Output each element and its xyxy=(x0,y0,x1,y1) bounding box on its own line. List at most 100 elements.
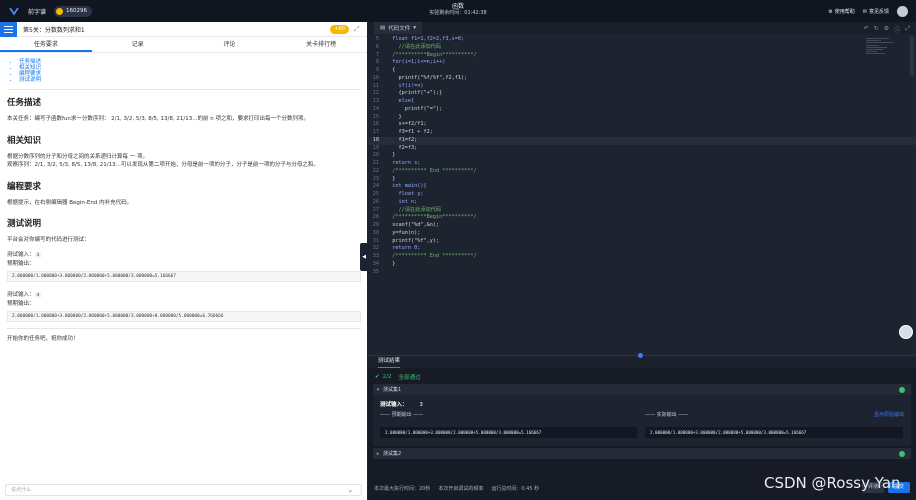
code-line[interactable]: 10 printf("%f/%f",f2,f1); xyxy=(368,75,916,83)
line-number: 16 xyxy=(372,121,379,128)
line-number: 17 xyxy=(372,129,379,135)
panel-collapse-button[interactable]: ◀ xyxy=(360,243,368,271)
refresh-icon[interactable]: ↻ xyxy=(874,25,879,34)
tab-leaderboard[interactable]: 关卡排行榜 xyxy=(275,37,367,52)
code-text: float f1=1,f2=2,f3,s=0; xyxy=(386,36,465,42)
top-right-actions: ⚙ 使用帮助 ✉ 意见反馈 xyxy=(828,6,908,17)
code-line[interactable]: 28 /**********Begin**********/ xyxy=(368,214,916,222)
send-icon[interactable]: ➤ xyxy=(348,487,353,497)
line-number: 33 xyxy=(372,253,379,259)
tab-code-file[interactable]: ▤ 代码文件 ▾ xyxy=(374,22,422,34)
info-icon[interactable]: ⓘ xyxy=(894,25,900,34)
test-set-label: 测试集1 xyxy=(383,387,402,393)
code-line[interactable]: 11 if(i!=n) xyxy=(368,83,916,91)
editor-toolbar: ↶ ↻ ⚙ ⓘ ⤢ xyxy=(864,25,910,34)
code-line[interactable]: 19 f2=f3; xyxy=(368,145,916,153)
expand-icon[interactable]: ⤢ xyxy=(354,25,362,33)
code-line[interactable]: 8 for(i=1;i<=n;i++) xyxy=(368,59,916,67)
fullscreen-icon[interactable]: ⤢ xyxy=(905,25,910,34)
section-text: 平台会对你编写的代码进行测试： xyxy=(7,237,90,243)
code-text: /**********Begin**********/ xyxy=(386,214,477,221)
line-number: 15 xyxy=(372,113,379,120)
resize-handle[interactable] xyxy=(638,353,643,358)
code-line[interactable]: 12 {printf("+");} xyxy=(368,90,916,98)
code-line[interactable]: 27 //请在此添加代码 xyxy=(368,207,916,215)
test-case: 测试输入： 3 预期输出： 2.000000/1.000000+3.000000/… xyxy=(7,251,361,282)
code-line[interactable]: 26 int n; xyxy=(368,199,916,207)
code-line[interactable]: 29 scanf("%d",&n); xyxy=(368,222,916,230)
countdown-timer: 实验剩余时间：01:42:38 xyxy=(429,10,487,16)
code-line[interactable]: 32 return 0; xyxy=(368,245,916,253)
help-label: 使用帮助 xyxy=(834,9,855,15)
user-avatar[interactable] xyxy=(897,6,908,17)
editor-scrollbar[interactable] xyxy=(910,36,914,76)
code-line[interactable]: 25 float y; xyxy=(368,191,916,199)
code-text: /********** End **********/ xyxy=(386,167,477,174)
tab-comments[interactable]: 评论 xyxy=(184,37,276,52)
code-line[interactable]: 18 f1=f2; xyxy=(368,136,916,145)
code-line[interactable]: 20 } xyxy=(368,152,916,160)
section-heading: 测试说明 xyxy=(7,219,42,229)
code-line[interactable]: 31 printf("%f",y); xyxy=(368,238,916,246)
code-line[interactable]: 7 /**********Begin**********/ xyxy=(368,52,916,60)
code-text: /**********Begin**********/ xyxy=(386,51,477,58)
show-raw-output-link[interactable]: 显示原始输出 xyxy=(874,411,904,418)
pass-summary: ✔ 2/2 全部通过 xyxy=(375,372,916,381)
line-number: 19 xyxy=(372,144,379,151)
line-number: 13 xyxy=(372,98,379,104)
line-number: 18 xyxy=(372,136,379,143)
code-text: f1=f2; xyxy=(386,136,418,143)
tab-requirements[interactable]: 任务要求 xyxy=(0,37,92,52)
settings-icon[interactable]: ⚙ xyxy=(884,25,889,34)
menu-button[interactable] xyxy=(0,21,17,37)
code-line[interactable]: 5 float f1=1,f2=2,f3,s=0; xyxy=(368,36,916,44)
tab-code-file-label: 代码文件 xyxy=(388,26,411,32)
code-minimap[interactable] xyxy=(866,38,904,68)
logo-icon[interactable] xyxy=(8,5,20,17)
code-text: else{ xyxy=(386,98,415,104)
code-line[interactable]: 17 f3=f1 + f2; xyxy=(368,129,916,137)
check-icon xyxy=(899,450,905,457)
test-set-1[interactable]: ▾ 测试集1 xyxy=(373,384,911,395)
page-title-text: 函数 xyxy=(451,3,464,10)
code-line[interactable]: 24 int main(){ xyxy=(368,183,916,191)
code-line[interactable]: 6 //请在此添加代码 xyxy=(368,44,916,52)
code-line[interactable]: 9 { xyxy=(368,67,916,75)
feedback-link[interactable]: ✉ 意见反馈 xyxy=(863,8,889,16)
test-set-1-detail: 测试输入： 3 —— 预期输出 —— —— 实际输出 —— 显示原始输出 2.00… xyxy=(373,395,911,446)
code-line[interactable]: 21 return s; xyxy=(368,160,916,168)
code-text: for(i=1;i<=n;i++) xyxy=(386,59,446,66)
tab-records[interactable]: 记录 xyxy=(92,37,184,52)
code-line[interactable]: 15 } xyxy=(368,114,916,122)
undo-icon[interactable]: ↶ xyxy=(864,25,869,34)
code-editor: ▤ 代码文件 ▾ ↶ ↻ ⚙ ⓘ ⤢ 5 float f1=1,f2=2,f3,… xyxy=(368,22,916,355)
code-area[interactable]: 5 float f1=1,f2=2,f3,s=0; 6 //请在此添加代码 7 /*… xyxy=(368,36,916,355)
code-text: } xyxy=(386,152,396,159)
code-line[interactable]: 33 /********** End **********/ xyxy=(368,253,916,261)
code-text: int n; xyxy=(386,198,418,205)
test-input-value: 3 xyxy=(34,252,42,258)
comment-placeholder: 说点什么 xyxy=(11,487,32,493)
line-number: 12 xyxy=(372,90,379,97)
code-line[interactable]: 14 printf("="); xyxy=(368,106,916,114)
line-number: 32 xyxy=(372,245,379,252)
assistant-avatar[interactable] xyxy=(899,325,913,339)
coin-balance[interactable]: 160296 xyxy=(54,5,93,17)
tab-test-results[interactable]: 测试结果 xyxy=(378,356,401,368)
toc-link[interactable]: 测试说明 xyxy=(19,77,361,83)
line-number: 6 xyxy=(375,43,379,50)
test-set-2[interactable]: ▸ 测试集2 xyxy=(373,448,911,459)
divider xyxy=(7,89,361,90)
code-line[interactable]: 34 } xyxy=(368,261,916,269)
code-line[interactable]: 35 xyxy=(368,269,916,277)
code-line[interactable]: 16 s+=f2/f1; xyxy=(368,121,916,129)
comment-input[interactable]: 说点什么 ➤ xyxy=(5,484,362,496)
brand-name[interactable]: 前字谱 xyxy=(28,7,46,16)
code-line[interactable]: 13 else{ xyxy=(368,98,916,106)
code-line[interactable]: 22 /********** End **********/ xyxy=(368,168,916,176)
help-link[interactable]: ⚙ 使用帮助 xyxy=(828,8,855,16)
actual-output: 2.000000/1.000000+3.000000/2.000000+5.00… xyxy=(645,427,903,438)
code-line[interactable]: 23 } xyxy=(368,176,916,184)
code-line[interactable]: 30 y=fun(n); xyxy=(368,230,916,238)
code-text: s+=f2/f1; xyxy=(386,121,427,128)
